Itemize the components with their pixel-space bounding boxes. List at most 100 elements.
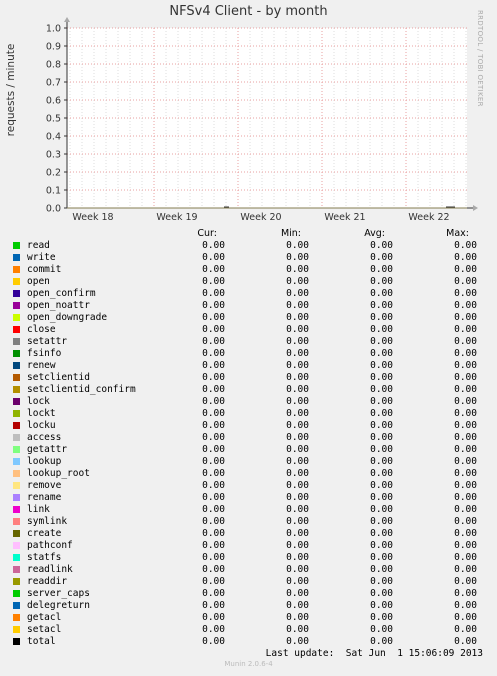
legend-value-avg: 0.00 bbox=[370, 612, 393, 623]
legend-value-min: 0.00 bbox=[286, 492, 309, 503]
legend-value-cur: 0.00 bbox=[202, 288, 225, 299]
y-tick-label: 0.6 bbox=[46, 96, 61, 107]
legend-value-avg: 0.00 bbox=[370, 468, 393, 479]
legend-series-name: setclientid bbox=[27, 372, 90, 383]
legend-value-max: 0.00 bbox=[454, 288, 477, 299]
legend-value-avg: 0.00 bbox=[370, 360, 393, 371]
y-tick-label: 0.8 bbox=[46, 60, 61, 71]
legend-series-name: read bbox=[27, 240, 50, 251]
legend-value-max: 0.00 bbox=[454, 324, 477, 335]
legend-value-max: 0.00 bbox=[454, 408, 477, 419]
legend-value-min: 0.00 bbox=[286, 276, 309, 287]
legend-value-min: 0.00 bbox=[286, 300, 309, 311]
legend-value-min: 0.00 bbox=[286, 240, 309, 251]
legend-value-avg: 0.00 bbox=[370, 384, 393, 395]
legend-value-max: 0.00 bbox=[454, 372, 477, 383]
legend-value-max: 0.00 bbox=[454, 384, 477, 395]
legend-value-min: 0.00 bbox=[286, 636, 309, 647]
legend-value-cur: 0.00 bbox=[202, 540, 225, 551]
legend-value-min: 0.00 bbox=[286, 384, 309, 395]
legend-value-avg: 0.00 bbox=[370, 552, 393, 563]
legend-row-getacl: getacl 0.00 0.00 0.00 0.00 bbox=[0, 612, 497, 624]
legend-row-open-downgrade: open_downgrade 0.00 0.00 0.00 0.00 bbox=[0, 312, 497, 324]
legend-header-cur: Cur: bbox=[197, 228, 217, 239]
legend-value-max: 0.00 bbox=[454, 600, 477, 611]
legend-row-lockt: lockt 0.00 0.00 0.00 0.00 bbox=[0, 408, 497, 420]
legend-value-min: 0.00 bbox=[286, 420, 309, 431]
legend-value-avg: 0.00 bbox=[370, 396, 393, 407]
legend-value-min: 0.00 bbox=[286, 564, 309, 575]
legend-swatch bbox=[13, 494, 20, 501]
y-tick-label: 0.7 bbox=[46, 78, 61, 89]
legend-value-cur: 0.00 bbox=[202, 384, 225, 395]
legend-value-min: 0.00 bbox=[286, 408, 309, 419]
legend-value-avg: 0.00 bbox=[370, 516, 393, 527]
legend-value-min: 0.00 bbox=[286, 336, 309, 347]
legend-series-name: lockt bbox=[27, 408, 56, 419]
legend-swatch bbox=[13, 506, 20, 513]
legend-value-max: 0.00 bbox=[454, 336, 477, 347]
legend-value-max: 0.00 bbox=[454, 468, 477, 479]
legend-value-cur: 0.00 bbox=[202, 240, 225, 251]
legend-header: Cur: Min: Avg: Max: bbox=[0, 228, 497, 240]
legend-value-cur: 0.00 bbox=[202, 564, 225, 575]
legend-value-avg: 0.00 bbox=[370, 240, 393, 251]
legend-value-min: 0.00 bbox=[286, 396, 309, 407]
legend-swatch bbox=[13, 362, 20, 369]
legend-swatch bbox=[13, 398, 20, 405]
legend-series-name: remove bbox=[27, 480, 62, 491]
legend-value-min: 0.00 bbox=[286, 504, 309, 515]
legend-row-open: open 0.00 0.00 0.00 0.00 bbox=[0, 276, 497, 288]
legend-series-name: lookup bbox=[27, 456, 62, 467]
legend-series-name: open_downgrade bbox=[27, 312, 108, 323]
legend-value-cur: 0.00 bbox=[202, 432, 225, 443]
legend-value-avg: 0.00 bbox=[370, 300, 393, 311]
legend-row-delegreturn: delegreturn 0.00 0.00 0.00 0.00 bbox=[0, 600, 497, 612]
legend-header-max: Max: bbox=[446, 228, 469, 239]
legend-swatch bbox=[13, 314, 20, 321]
legend-series-name: getattr bbox=[27, 444, 68, 455]
legend-header-avg: Avg: bbox=[364, 228, 385, 239]
legend-value-min: 0.00 bbox=[286, 528, 309, 539]
legend-value-avg: 0.00 bbox=[370, 348, 393, 359]
legend-value-avg: 0.00 bbox=[370, 312, 393, 323]
legend-swatch bbox=[13, 254, 20, 261]
legend-value-cur: 0.00 bbox=[202, 336, 225, 347]
legend-swatch bbox=[13, 350, 20, 357]
legend-row-lock: lock 0.00 0.00 0.00 0.00 bbox=[0, 396, 497, 408]
legend-value-min: 0.00 bbox=[286, 540, 309, 551]
legend-row-access: access 0.00 0.00 0.00 0.00 bbox=[0, 432, 497, 444]
legend-value-min: 0.00 bbox=[286, 348, 309, 359]
legend-row-open-noattr: open_noattr 0.00 0.00 0.00 0.00 bbox=[0, 300, 497, 312]
legend-header-min: Min: bbox=[280, 228, 301, 239]
legend-series-name: open_confirm bbox=[27, 288, 96, 299]
legend-value-max: 0.00 bbox=[454, 252, 477, 263]
legend-value-cur: 0.00 bbox=[202, 396, 225, 407]
last-update: Last update: Sat Jun 1 15:06:09 2013 bbox=[265, 648, 483, 659]
legend-swatch bbox=[13, 278, 20, 285]
legend-series-name: readlink bbox=[27, 564, 73, 575]
legend-row-setattr: setattr 0.00 0.00 0.00 0.00 bbox=[0, 336, 497, 348]
legend-value-max: 0.00 bbox=[454, 264, 477, 275]
legend-value-avg: 0.00 bbox=[370, 600, 393, 611]
legend-value-avg: 0.00 bbox=[370, 636, 393, 647]
legend-swatch bbox=[13, 470, 20, 477]
legend-value-max: 0.00 bbox=[454, 552, 477, 563]
legend-series-name: commit bbox=[27, 264, 62, 275]
legend-value-min: 0.00 bbox=[286, 444, 309, 455]
legend-swatch bbox=[13, 446, 20, 453]
legend-value-avg: 0.00 bbox=[370, 408, 393, 419]
legend-value-max: 0.00 bbox=[454, 276, 477, 287]
legend-value-avg: 0.00 bbox=[370, 528, 393, 539]
legend-series-name: delegreturn bbox=[27, 600, 90, 611]
legend-value-cur: 0.00 bbox=[202, 528, 225, 539]
x-tick-label: Week 22 bbox=[408, 212, 449, 223]
x-tick-label: Week 20 bbox=[240, 212, 281, 223]
legend-value-avg: 0.00 bbox=[370, 492, 393, 503]
legend-row-link: link 0.00 0.00 0.00 0.00 bbox=[0, 504, 497, 516]
legend-value-max: 0.00 bbox=[454, 456, 477, 467]
y-tick-label: 1.0 bbox=[46, 24, 61, 35]
legend-series-name: rename bbox=[27, 492, 62, 503]
legend-swatch bbox=[13, 290, 20, 297]
legend-value-min: 0.00 bbox=[286, 288, 309, 299]
